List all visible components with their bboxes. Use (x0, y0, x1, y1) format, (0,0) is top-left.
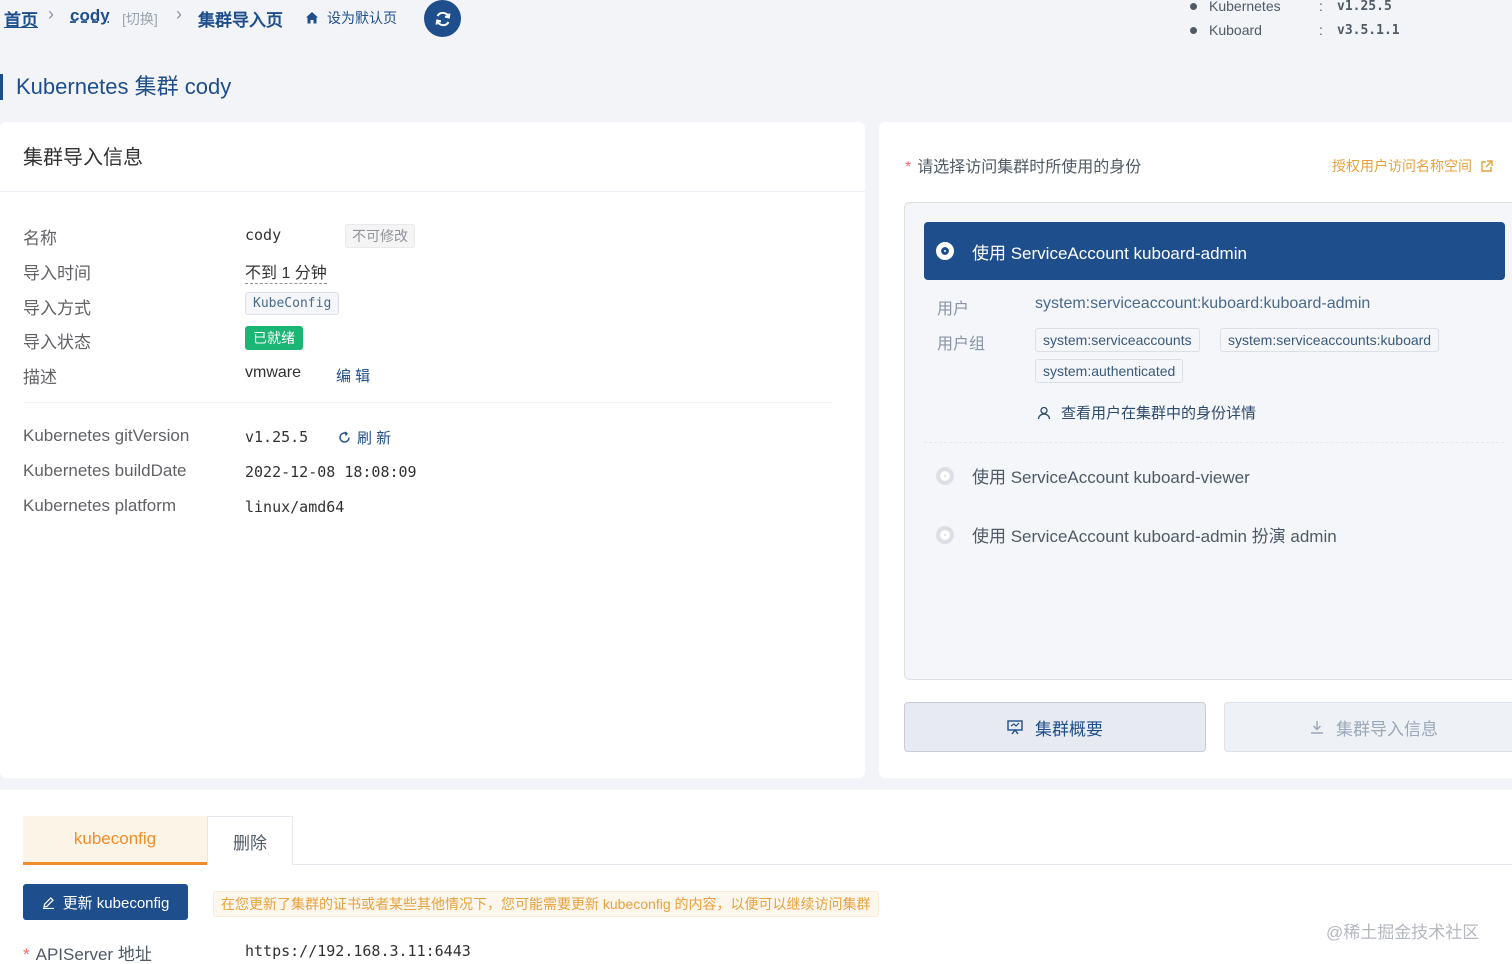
apiserver-value: https://192.168.3.11:6443 (245, 942, 471, 960)
group-tag: system:authenticated (1035, 359, 1184, 383)
breadcrumb-home[interactable]: 首页 (4, 6, 38, 31)
chevron-right-icon: › (48, 4, 54, 24)
name-value: cody (245, 226, 282, 244)
import-time-value[interactable]: 不到 1 分钟 (245, 259, 327, 284)
radio-unchecked-icon (936, 466, 954, 485)
version-name: Kuboard (1209, 22, 1262, 38)
tab-delete[interactable]: 删除 (207, 816, 293, 865)
identity-label-text: 请选择访问集群时所使用的身份 (917, 159, 1142, 176)
version-separator: : (1319, 22, 1323, 38)
import-info-card: 集群导入信息 (0, 122, 865, 778)
authorize-namespace-link[interactable]: 授权用户访问名称空间 (1332, 156, 1493, 176)
version-value: v1.25.5 (1337, 0, 1392, 14)
identity-option-viewer[interactable]: 使用 ServiceAccount kuboard-viewer (936, 463, 1250, 488)
user-value: system:serviceaccount:kuboard:kuboard-ad… (1035, 295, 1371, 312)
update-kubeconfig-label: 更新 kubeconfig (62, 894, 170, 912)
platform-label: Kubernetes platform (23, 496, 177, 515)
identity-option-admin[interactable]: 使用 ServiceAccount kuboard-admin (924, 222, 1505, 280)
import-info-button[interactable]: 集群导入信息 (1224, 702, 1512, 752)
version-value: v3.5.1.1 (1337, 22, 1400, 38)
radio-checked-icon (936, 242, 954, 260)
group-tag: system:serviceaccounts (1035, 328, 1200, 352)
git-version-value: v1.25.5 (245, 428, 309, 446)
breadcrumb-cluster[interactable]: cody (70, 6, 110, 26)
cluster-overview-button[interactable]: 集群概要 (904, 702, 1206, 752)
home-icon (306, 12, 318, 24)
cluster-overview-label: 集群概要 (1035, 719, 1103, 739)
name-label: 名称 (23, 229, 57, 248)
divider (924, 442, 1504, 443)
external-link-icon (1481, 159, 1493, 172)
identity-option-label: 使用 ServiceAccount kuboard-admin (972, 243, 1247, 263)
description-label: 描述 (23, 368, 57, 387)
user-icon (1037, 406, 1051, 419)
readonly-tag: 不可修改 (345, 224, 415, 248)
bullet-icon (1190, 2, 1197, 10)
description-value: vmware (245, 364, 302, 381)
edit-description-link[interactable]: 编 辑 (336, 365, 370, 386)
identity-option-label: 使用 ServiceAccount kuboard-viewer (972, 468, 1250, 487)
edit-icon (42, 896, 54, 909)
status-badge: 已就绪 (245, 326, 303, 350)
dashboard-icon (1007, 719, 1023, 734)
version-separator: : (1319, 0, 1323, 14)
apiserver-label: * APIServer 地址 (23, 945, 152, 964)
page-title: Kubernetes 集群 cody (0, 74, 231, 100)
identity-detail-label: 查看用户在集群中的身份详情 (1061, 405, 1257, 422)
watermark: @稀土掘金技术社区 (1326, 923, 1480, 942)
kubeconfig-warning: 在您更新了集群的证书或者某些其他情况下，您可能需要更新 kubeconfig 的… (213, 891, 879, 917)
build-date-label: Kubernetes buildDate (23, 461, 187, 480)
set-default-label: 设为默认页 (327, 10, 397, 26)
update-kubeconfig-button[interactable]: 更新 kubeconfig (23, 884, 188, 920)
identity-required-label: * 请选择访问集群时所使用的身份 (905, 159, 1142, 176)
divider (23, 402, 833, 403)
import-info-title: 集群导入信息 (0, 122, 865, 192)
set-default-page-link[interactable]: 设为默认页 (305, 8, 397, 28)
import-info-label: 集群导入信息 (1336, 719, 1438, 739)
version-row-kuboard: Kuboard : v3.5.1.1 (1190, 18, 1400, 42)
download-icon (1311, 721, 1323, 734)
group-tag: system:serviceaccounts:kuboard (1220, 328, 1440, 352)
refresh-version-link[interactable]: 刷 新 (338, 427, 391, 448)
import-time-label: 导入时间 (23, 264, 91, 283)
version-list: Kubernetes : v1.25.5 Kuboard : v3.5.1.1 (1190, 0, 1400, 42)
import-method-label: 导入方式 (23, 299, 91, 318)
import-status-label: 导入状态 (23, 333, 91, 352)
identity-detail-link[interactable]: 查看用户在集群中的身份详情 (1037, 402, 1256, 423)
authorize-namespace-label: 授权用户访问名称空间 (1332, 158, 1472, 174)
version-row-kubernetes: Kubernetes : v1.25.5 (1190, 0, 1400, 18)
breadcrumb-current: 集群导入页 (198, 11, 283, 30)
tab-kubeconfig[interactable]: kubeconfig (23, 816, 207, 865)
identity-option-impersonate[interactable]: 使用 ServiceAccount kuboard-admin 扮演 admin (936, 522, 1337, 547)
reload-button[interactable] (424, 0, 461, 37)
refresh-icon (339, 431, 350, 443)
git-version-label: Kubernetes gitVersion (23, 426, 190, 445)
apiserver-label-text: APIServer 地址 (35, 945, 152, 964)
chevron-right-icon: › (176, 4, 182, 24)
version-name: Kubernetes (1209, 0, 1281, 14)
refresh-icon (435, 11, 450, 26)
build-date-value: 2022-12-08 18:08:09 (245, 463, 417, 481)
user-label: 用户 (937, 301, 970, 318)
platform-value: linux/amd64 (245, 498, 345, 516)
identity-option-label: 使用 ServiceAccount kuboard-admin 扮演 admin (972, 527, 1337, 546)
radio-unchecked-icon (936, 525, 954, 544)
refresh-label: 刷 新 (357, 430, 392, 447)
user-group-label: 用户组 (937, 336, 986, 353)
switch-cluster-link[interactable]: [切换] (122, 9, 158, 29)
import-method-tag: KubeConfig (245, 292, 340, 315)
bullet-icon (1190, 26, 1197, 34)
